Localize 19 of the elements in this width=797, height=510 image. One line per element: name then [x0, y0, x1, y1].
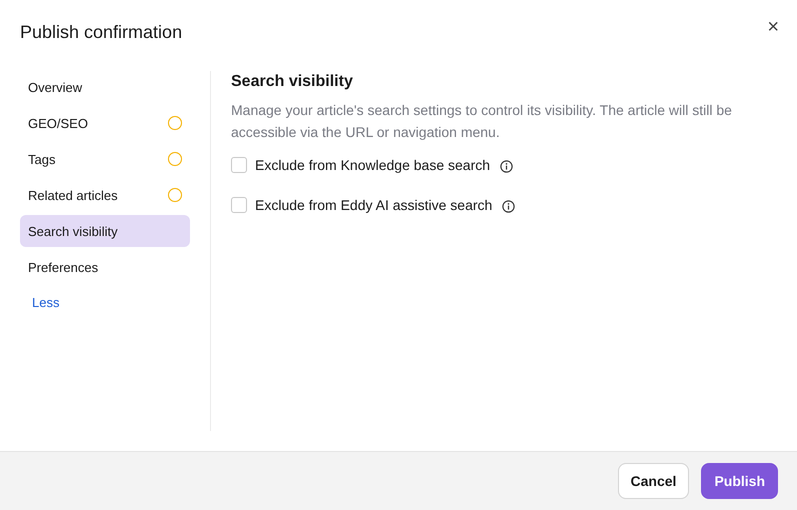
dialog-title: Publish confirmation	[20, 22, 182, 42]
section-heading: Search visibility	[231, 73, 354, 91]
option-label: Exclude from Eddy AI assistive search	[255, 197, 492, 213]
publish-button[interactable]: Publish	[701, 463, 778, 499]
checkbox[interactable]	[231, 197, 247, 213]
close-button[interactable]: ×	[767, 17, 779, 37]
info-icon[interactable]	[502, 200, 516, 213]
sidebar-item[interactable]: Overview	[20, 71, 190, 103]
sidebar-item[interactable]: Preferences	[20, 251, 190, 283]
sidebar-item[interactable]: GEO/SEO	[20, 107, 190, 139]
section-description: Manage your article's search settings to control its visibility. The article will still be accessible via the URL or navigation menu.	[231, 101, 733, 142]
sidebar-item[interactable]: Related articles	[20, 179, 190, 211]
info-icon[interactable]	[500, 160, 514, 173]
sidebar-item[interactable]: Search visibility	[20, 215, 190, 247]
cancel-button[interactable]: Cancel	[618, 463, 690, 499]
option-label: Exclude from Knowledge base search	[255, 157, 490, 173]
checkbox[interactable]	[231, 157, 247, 173]
less-link[interactable]: Less	[20, 287, 190, 318]
sidebar-item[interactable]: Tags	[20, 143, 190, 175]
